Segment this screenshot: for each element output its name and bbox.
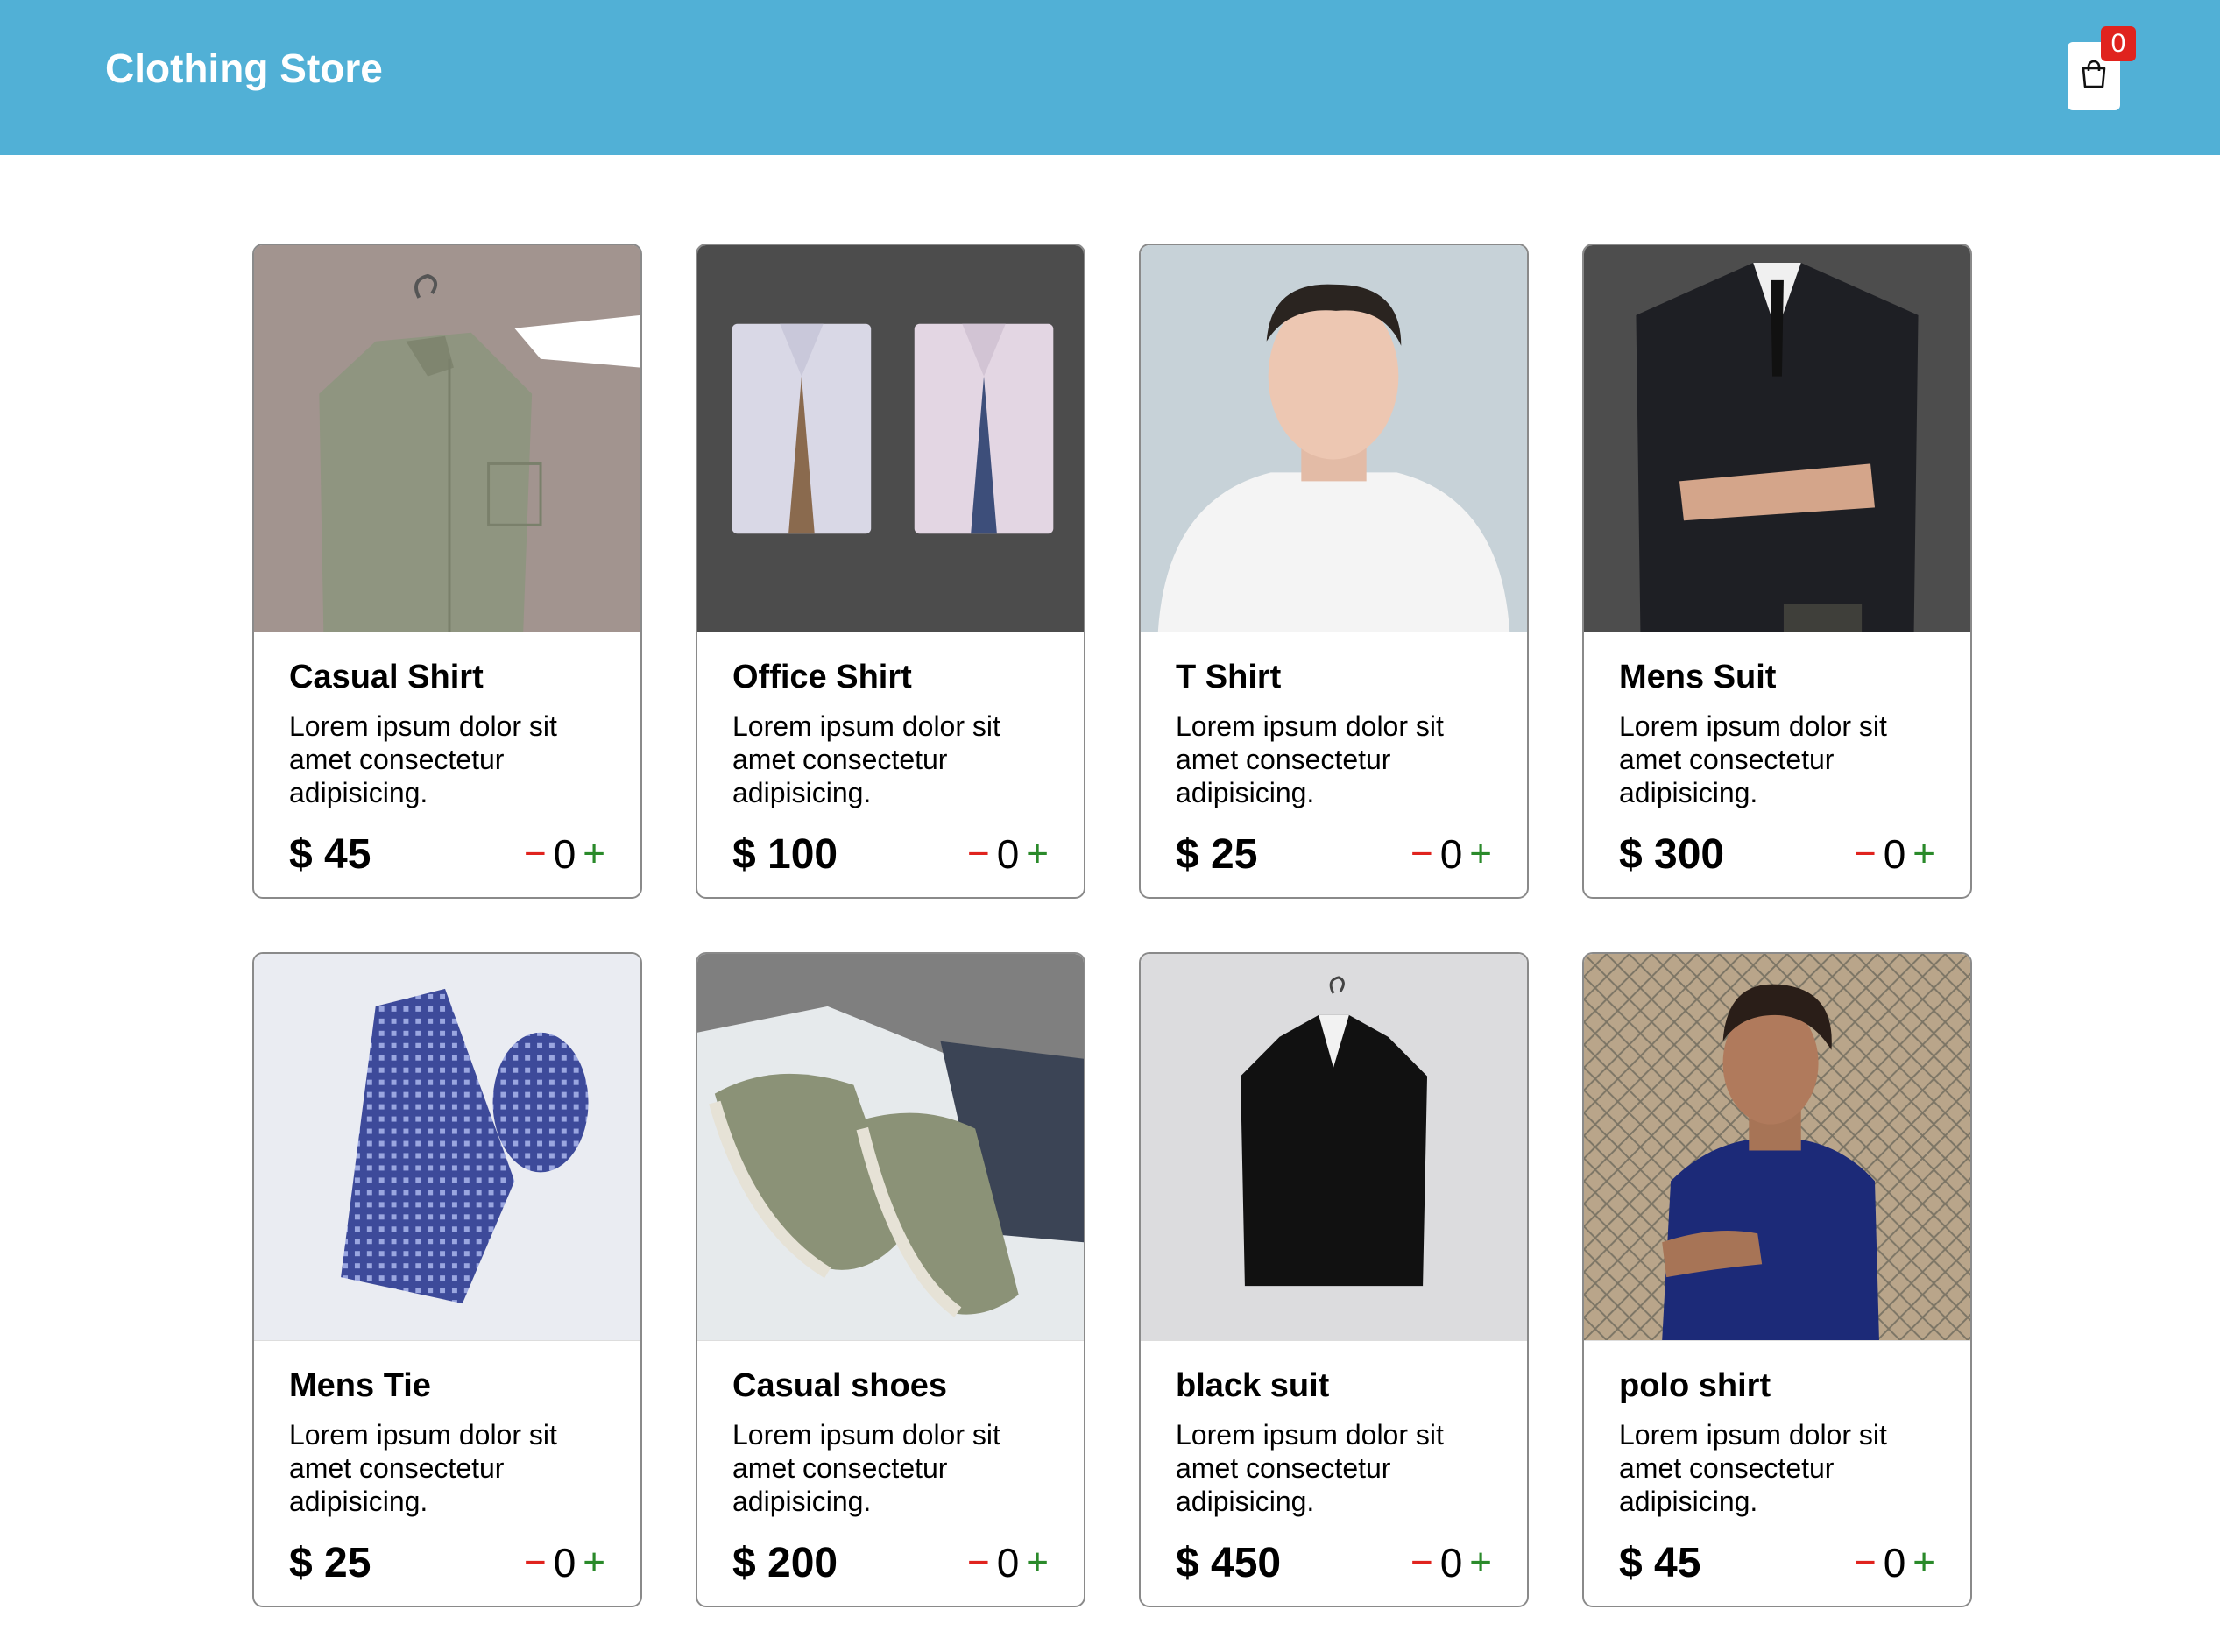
product-description: Lorem ipsum dolor sit amet consectetur a…	[732, 1419, 1000, 1517]
product-image	[697, 245, 1084, 632]
product-card: T Shirt Lorem ipsum dolor sit amet conse…	[1139, 244, 1529, 899]
decrease-quantity-button[interactable]: −	[1854, 832, 1877, 876]
product-image	[254, 245, 640, 632]
decrease-quantity-button[interactable]: −	[1410, 832, 1433, 876]
product-name: Casual Shirt	[289, 659, 484, 695]
decrease-quantity-button[interactable]: −	[967, 832, 990, 876]
product-description: Lorem ipsum dolor sit amet consectetur a…	[1619, 710, 1887, 808]
quantity-value: 0	[1439, 831, 1463, 877]
quantity-stepper: − 0 +	[967, 1539, 1049, 1586]
cart-count-badge: 0	[2101, 26, 2136, 61]
decrease-quantity-button[interactable]: −	[1410, 1541, 1433, 1585]
decrease-quantity-button[interactable]: −	[524, 1541, 547, 1585]
product-price: $ 25	[289, 1539, 371, 1586]
increase-quantity-button[interactable]: +	[1026, 832, 1049, 876]
product-grid: Casual Shirt Lorem ipsum dolor sit amet …	[252, 244, 1972, 1607]
decrease-quantity-button[interactable]: −	[1854, 1541, 1877, 1585]
product-image	[254, 954, 640, 1341]
quantity-value: 0	[1439, 1540, 1463, 1585]
product-price: $ 45	[1619, 1539, 1701, 1586]
product-card: polo shirt Lorem ipsum dolor sit amet co…	[1582, 952, 1972, 1607]
quantity-value: 0	[553, 1540, 576, 1585]
product-name: polo shirt	[1619, 1367, 1771, 1404]
shopping-bag-icon	[2081, 60, 2107, 93]
product-price: $ 100	[732, 830, 838, 878]
product-image	[1584, 954, 1970, 1341]
product-name: Office Shirt	[732, 659, 912, 695]
product-description: Lorem ipsum dolor sit amet consectetur a…	[1176, 710, 1444, 808]
product-description: Lorem ipsum dolor sit amet consectetur a…	[289, 710, 557, 808]
quantity-value: 0	[1883, 1540, 1906, 1585]
product-image	[1141, 245, 1527, 632]
product-card: Mens Tie Lorem ipsum dolor sit amet cons…	[252, 952, 642, 1607]
quantity-stepper: − 0 +	[524, 1539, 605, 1586]
increase-quantity-button[interactable]: +	[1469, 832, 1492, 876]
navbar: Clothing Store 0	[0, 0, 2220, 155]
increase-quantity-button[interactable]: +	[583, 832, 605, 876]
increase-quantity-button[interactable]: +	[1912, 832, 1935, 876]
product-description: Lorem ipsum dolor sit amet consectetur a…	[1619, 1419, 1887, 1517]
product-description: Lorem ipsum dolor sit amet consectetur a…	[289, 1419, 557, 1517]
quantity-stepper: − 0 +	[967, 830, 1049, 878]
product-card: Casual Shirt Lorem ipsum dolor sit amet …	[252, 244, 642, 899]
quantity-stepper: − 0 +	[1854, 830, 1935, 878]
product-card: Casual shoes Lorem ipsum dolor sit amet …	[696, 952, 1085, 1607]
quantity-stepper: − 0 +	[1410, 1539, 1492, 1586]
product-card: black suit Lorem ipsum dolor sit amet co…	[1139, 952, 1529, 1607]
product-price: $ 300	[1619, 830, 1725, 878]
quantity-stepper: − 0 +	[1854, 1539, 1935, 1586]
increase-quantity-button[interactable]: +	[1912, 1541, 1935, 1585]
quantity-stepper: − 0 +	[524, 830, 605, 878]
product-price: $ 200	[732, 1539, 838, 1586]
product-name: Mens Suit	[1619, 659, 1777, 695]
decrease-quantity-button[interactable]: −	[967, 1541, 990, 1585]
product-card: Mens Suit Lorem ipsum dolor sit amet con…	[1582, 244, 1972, 899]
decrease-quantity-button[interactable]: −	[524, 832, 547, 876]
product-image	[697, 954, 1084, 1341]
quantity-value: 0	[996, 831, 1020, 877]
quantity-value: 0	[1883, 831, 1906, 877]
product-name: black suit	[1176, 1367, 1330, 1404]
increase-quantity-button[interactable]: +	[1469, 1541, 1492, 1585]
product-card: Office Shirt Lorem ipsum dolor sit amet …	[696, 244, 1085, 899]
brand-title[interactable]: Clothing Store	[105, 40, 383, 96]
quantity-stepper: − 0 +	[1410, 830, 1492, 878]
product-name: T Shirt	[1176, 659, 1282, 695]
product-description: Lorem ipsum dolor sit amet consectetur a…	[1176, 1419, 1444, 1517]
product-price: $ 25	[1176, 830, 1258, 878]
quantity-value: 0	[996, 1540, 1020, 1585]
product-name: Mens Tie	[289, 1367, 431, 1404]
product-image	[1141, 954, 1527, 1341]
product-name: Casual shoes	[732, 1367, 947, 1404]
quantity-value: 0	[553, 831, 576, 877]
product-description: Lorem ipsum dolor sit amet consectetur a…	[732, 710, 1000, 808]
product-price: $ 450	[1176, 1539, 1282, 1586]
increase-quantity-button[interactable]: +	[583, 1541, 605, 1585]
product-image	[1584, 245, 1970, 632]
increase-quantity-button[interactable]: +	[1026, 1541, 1049, 1585]
product-price: $ 45	[289, 830, 371, 878]
